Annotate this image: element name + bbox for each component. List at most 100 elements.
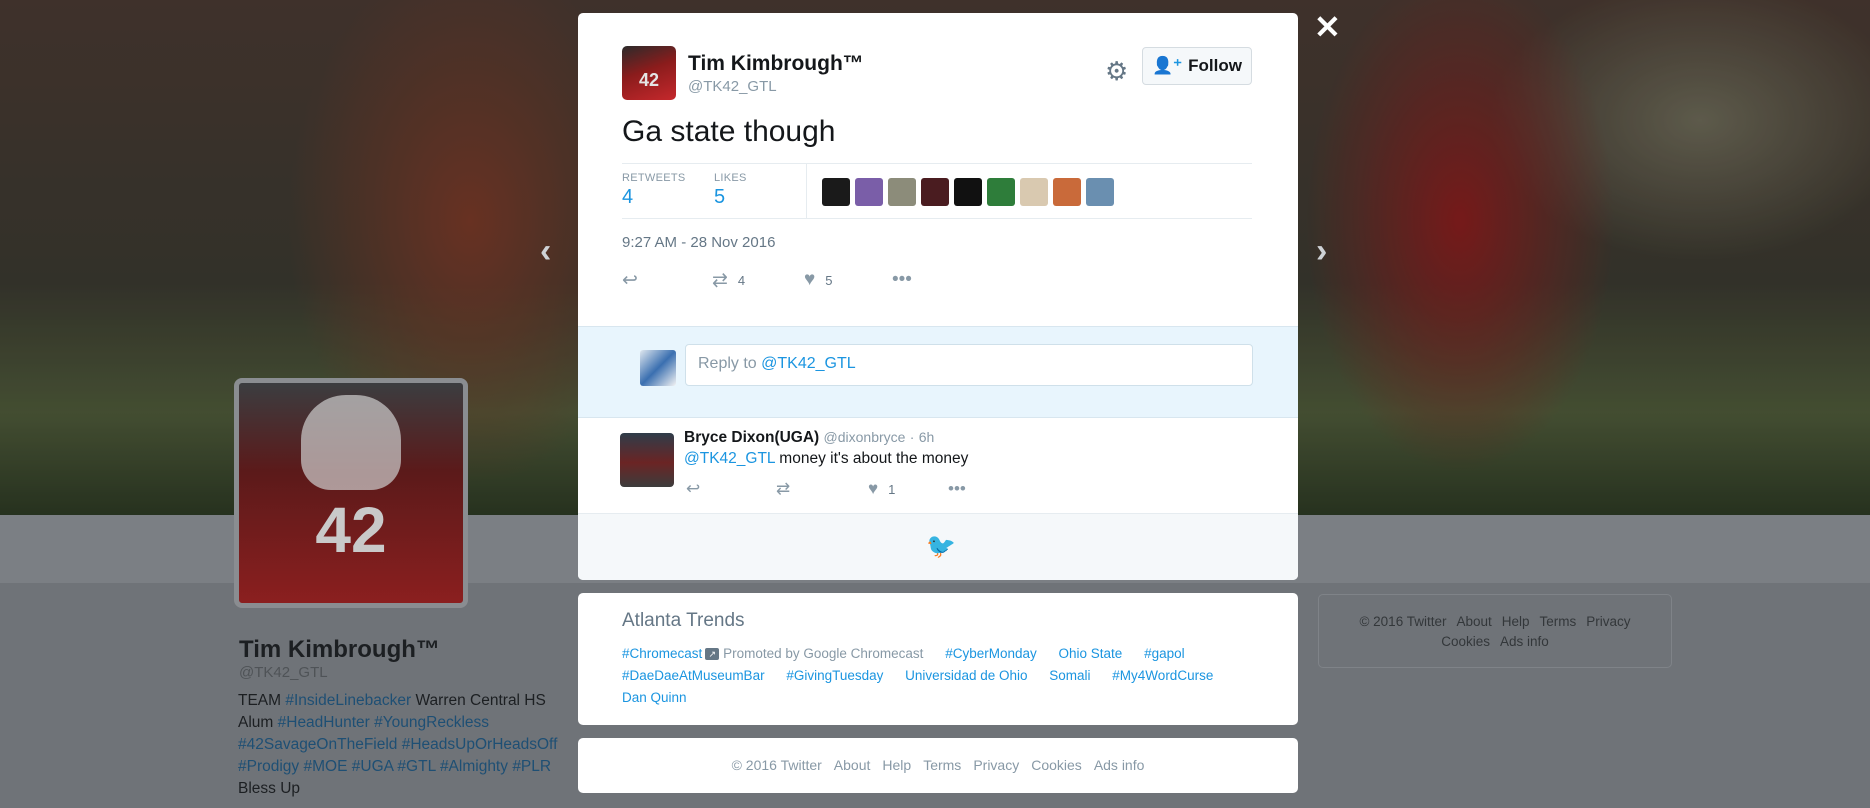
retweet-button[interactable]: ⇄ 4 xyxy=(712,269,745,292)
footer-link[interactable]: Help xyxy=(1502,614,1530,629)
reply-retweet-button[interactable]: ⇄ xyxy=(776,479,790,499)
likes-stat[interactable]: LIKES 5 xyxy=(714,172,747,209)
trend-item[interactable]: Ohio State xyxy=(1059,646,1123,661)
reply-text-mention[interactable]: @TK42_GTL xyxy=(684,450,775,467)
stats-divider xyxy=(806,164,807,218)
follow-label: Follow xyxy=(1188,56,1242,75)
reply-more-button[interactable]: ••• xyxy=(948,479,966,499)
retweets-stat[interactable]: RETWEETS 4 xyxy=(622,172,686,209)
liker-avatar[interactable] xyxy=(822,178,850,206)
page-footer: © 2016 Twitter About Help Terms Privacy Cooki… xyxy=(578,738,1298,793)
retweets-count: 4 xyxy=(622,186,634,208)
next-arrow-icon[interactable]: › xyxy=(1316,232,1327,271)
liker-avatars xyxy=(822,178,1114,206)
promoted-label: Promoted by Google Chromecast xyxy=(723,646,924,661)
author-name[interactable]: Tim Kimbrough™ xyxy=(688,52,864,76)
author-avatar[interactable]: 42 xyxy=(622,46,676,100)
likes-label: LIKES xyxy=(714,172,747,184)
trend-item[interactable]: Somali xyxy=(1049,668,1090,683)
liker-avatar[interactable] xyxy=(1086,178,1114,206)
liker-avatar[interactable] xyxy=(921,178,949,206)
trend-item[interactable]: Universidad de Ohio xyxy=(905,668,1027,683)
follow-button[interactable]: 👤⁺ Follow xyxy=(1142,47,1252,85)
reply-icon: ↩ xyxy=(686,479,701,498)
bio-hashtag[interactable]: #Almighty xyxy=(440,758,508,775)
reply-icon: ↩ xyxy=(622,270,638,291)
footer-link[interactable]: About xyxy=(834,757,871,773)
helmet-graphic xyxy=(301,395,401,490)
bio-hashtag[interactable]: #HeadsUpOrHeadsOff xyxy=(402,736,558,753)
like-button[interactable]: ♥ 5 xyxy=(804,269,833,291)
bio-hashtag[interactable]: #HeadHunter xyxy=(278,714,370,731)
footer-link[interactable]: Privacy xyxy=(973,757,1019,773)
bio-text: TEAM xyxy=(238,692,286,709)
more-button[interactable]: ••• xyxy=(892,269,912,291)
liker-avatar[interactable] xyxy=(1020,178,1048,206)
previous-arrow-icon[interactable]: ‹ xyxy=(540,232,551,271)
modal-footer: 🐦 xyxy=(578,514,1298,580)
trend-item[interactable]: #CyberMonday xyxy=(945,646,1037,661)
trend-item[interactable]: #gapol xyxy=(1144,646,1185,661)
author-handle[interactable]: @TK42_GTL xyxy=(688,78,777,95)
close-icon[interactable]: ✕ xyxy=(1314,8,1341,46)
reply-author-handle[interactable]: @dixonbryce xyxy=(824,429,906,445)
reply-like-button[interactable]: ♥ 1 xyxy=(868,479,895,499)
footer-link[interactable]: Privacy xyxy=(1586,614,1630,629)
trends-module: Atlanta Trends #Chromecast ↗ Promoted by … xyxy=(578,593,1298,725)
trend-item[interactable]: #GivingTuesday xyxy=(786,668,883,683)
tweet-timestamp: 9:27 AM - 28 Nov 2016 xyxy=(622,234,776,251)
bio-hashtag[interactable]: #Prodigy xyxy=(238,758,299,775)
twitter-bird-icon: 🐦 xyxy=(926,533,956,560)
footer-link[interactable]: Help xyxy=(882,757,911,773)
retweets-label: RETWEETS xyxy=(622,172,686,184)
liker-avatar[interactable] xyxy=(1053,178,1081,206)
bio-hashtag[interactable]: #YoungReckless xyxy=(374,714,489,731)
liker-avatar[interactable] xyxy=(888,178,916,206)
bio-hashtag[interactable]: #UGA xyxy=(352,758,393,775)
reply-time[interactable]: 6h xyxy=(919,429,935,445)
trend-item[interactable]: #My4WordCurse xyxy=(1112,668,1213,683)
bio-hashtag[interactable]: #42SavageOnTheField xyxy=(238,736,397,753)
footer-link[interactable]: © 2016 Twitter xyxy=(1359,614,1446,629)
reply-button[interactable]: ↩ xyxy=(622,269,638,292)
trends-title: Atlanta Trends xyxy=(622,610,745,631)
trend-item[interactable]: Dan Quinn xyxy=(622,690,687,705)
tweet-text: Ga state though xyxy=(622,115,836,148)
more-icon: ••• xyxy=(892,269,912,290)
reply-tweet[interactable]: Bryce Dixon(UGA) @dixonbryce · 6h @TK42_… xyxy=(578,416,1298,514)
footer-link[interactable]: Cookies xyxy=(1031,757,1082,773)
trend-item[interactable]: #DaeDaeAtMuseumBar xyxy=(622,668,765,683)
footer-link[interactable]: Ads info xyxy=(1094,757,1145,773)
liker-avatar[interactable] xyxy=(855,178,883,206)
reply-reply-button[interactable]: ↩ xyxy=(686,479,700,499)
footer-link[interactable]: About xyxy=(1456,614,1491,629)
footer-link[interactable]: Terms xyxy=(923,757,961,773)
reply-input[interactable]: Reply to @TK42_GTL xyxy=(685,344,1253,386)
profile-bio: TEAM #InsideLinebacker Warren Central HS… xyxy=(238,690,568,800)
tweet-actions: ↩ ⇄ 4 ♥ 5 ••• xyxy=(622,269,1022,299)
liker-avatar[interactable] xyxy=(987,178,1015,206)
user-avatar xyxy=(640,350,676,386)
jersey-number: 42 xyxy=(315,494,387,566)
bio-hashtag[interactable]: #InsideLinebacker xyxy=(285,692,411,709)
heart-icon: ♥ xyxy=(804,269,816,290)
avatar-number: 42 xyxy=(638,70,660,90)
reply-author-avatar[interactable] xyxy=(620,433,674,487)
bio-hashtag[interactable]: #MOE xyxy=(304,758,348,775)
more-icon: ••• xyxy=(948,479,966,498)
retweet-icon: ⇄ xyxy=(776,479,791,498)
liker-avatar[interactable] xyxy=(954,178,982,206)
bio-hashtag[interactable]: #GTL xyxy=(397,758,435,775)
reply-author-name[interactable]: Bryce Dixon(UGA) xyxy=(684,429,819,446)
tweet-stats: RETWEETS 4 LIKES 5 xyxy=(622,163,1252,219)
gear-icon[interactable]: ⚙ xyxy=(1105,56,1128,87)
trend-item[interactable]: #Chromecast xyxy=(622,646,702,661)
retweet-count: 4 xyxy=(737,273,746,288)
reply-author-line: Bryce Dixon(UGA) @dixonbryce · 6h xyxy=(684,429,934,447)
footer-link[interactable]: Cookies xyxy=(1441,634,1490,649)
profile-avatar[interactable]: 42 xyxy=(234,378,468,608)
footer-link[interactable]: Terms xyxy=(1540,614,1577,629)
footer-link[interactable]: © 2016 Twitter xyxy=(732,757,822,773)
bio-hashtag[interactable]: #PLR xyxy=(512,758,551,775)
footer-link[interactable]: Ads info xyxy=(1500,634,1549,649)
